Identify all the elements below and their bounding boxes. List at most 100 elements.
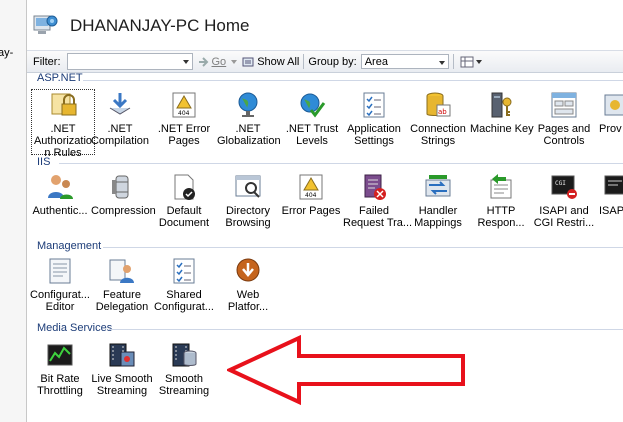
tile-net-trust-levels[interactable]: .NET Trust Levels <box>281 90 343 147</box>
filter-input[interactable] <box>66 53 193 70</box>
svg-text:CGI: CGI <box>555 180 566 187</box>
tile-label: .NET Error <box>157 123 211 135</box>
tile-label: Error Pages <box>281 205 341 217</box>
chevron-down-icon <box>231 59 238 64</box>
page-controls-icon <box>551 92 577 118</box>
group-by-select[interactable]: Area <box>360 54 449 69</box>
group-by-label: Group by: <box>308 55 357 68</box>
tile-net-error-pages[interactable]: 404 .NET Error Pages <box>153 90 215 147</box>
globe-icon <box>238 92 258 117</box>
tile-configuration-editor[interactable]: Configurat... Editor <box>29 256 91 313</box>
tile-connection-strings[interactable]: ab Connection Strings <box>407 90 469 147</box>
tile-label: Bit Rate <box>40 373 80 385</box>
tile-web-platform-installer[interactable]: Web Platfor... <box>217 256 279 313</box>
tile-isapi-cgi-restrictions[interactable]: CGI ISAPI and CGI Restri... <box>533 172 595 229</box>
tile-smooth-streaming[interactable]: Smooth Streaming <box>153 340 215 397</box>
tile-label: .NET Trust <box>285 123 339 135</box>
show-all-button[interactable]: Show All <box>242 56 299 68</box>
tile-label: Configurat... <box>154 301 214 313</box>
group-header-media-services[interactable]: Media Services <box>37 322 112 334</box>
filter-label: Filter: <box>33 55 61 68</box>
tile-label: Controls <box>543 135 585 147</box>
tile-label: Strings <box>420 135 456 147</box>
tile-directory-browsing[interactable]: Directory Browsing <box>217 172 279 229</box>
tile-live-smooth-streaming[interactable]: Live Smooth Streaming <box>91 340 153 397</box>
tile-net-compilation[interactable]: .NET Compilation <box>89 90 151 147</box>
tile-label: Directory <box>225 205 270 217</box>
document-check-icon <box>174 174 195 200</box>
chevron-down-icon <box>438 61 445 65</box>
tile-label: Machine Key <box>470 123 534 135</box>
page-title: DHANANJAY-PC Home <box>70 16 250 35</box>
tile-isapi-filters[interactable]: ISAPI <box>595 172 623 217</box>
go-button[interactable]: Go <box>198 56 238 68</box>
tree-node-fragment[interactable]: ay- <box>0 47 24 59</box>
tile-label: Globalization <box>217 135 281 147</box>
tile-feature-delegation[interactable]: Feature Delegation <box>91 256 153 313</box>
tile-label: Document <box>158 217 210 229</box>
tile-label: Shared <box>166 289 202 301</box>
group-divider <box>109 329 623 330</box>
web-platform-icon <box>236 258 260 282</box>
svg-text:404: 404 <box>305 192 317 199</box>
tile-compression[interactable]: Compression <box>91 172 156 217</box>
tile-label: Configurat... <box>30 289 90 301</box>
tile-label: Request Tra... <box>343 217 413 229</box>
tile-shared-configuration[interactable]: Shared Configurat... <box>153 256 215 313</box>
isapi-icon <box>604 175 623 195</box>
tile-label: HTTP <box>486 205 516 217</box>
chevron-down-icon <box>475 59 482 64</box>
tile-label: Live Smooth <box>91 373 153 385</box>
tile-net-globalization[interactable]: .NET Globalization <box>217 90 281 147</box>
show-all-icon <box>242 57 254 66</box>
server-home-icon <box>33 15 58 34</box>
database-text-icon: ab <box>426 92 451 117</box>
error-page-icon: 404 <box>299 174 323 200</box>
tile-label: .NET <box>235 123 261 135</box>
tile-net-authorization-rules[interactable]: .NET Authorizatio n Rules <box>31 89 95 159</box>
tile-label: Application <box>347 123 401 135</box>
bitrate-chart-icon <box>47 344 73 366</box>
tile-label: ISAPI <box>599 205 623 217</box>
tile-machine-key[interactable]: Machine Key <box>470 90 534 135</box>
tile-label: CGI Restri... <box>533 217 595 229</box>
tile-label: .NET <box>50 123 76 135</box>
users-icon <box>48 175 73 199</box>
tile-default-document[interactable]: Default Document <box>153 172 215 229</box>
tile-label: Delegation <box>95 301 149 313</box>
tile-label: Mappings <box>414 217 462 229</box>
tile-label: Compression <box>91 205 156 217</box>
feature-delegation-icon <box>109 259 134 283</box>
group-header-aspnet[interactable]: ASP.NET <box>37 72 83 84</box>
tile-bit-rate-throttling[interactable]: Bit Rate Throttling <box>29 340 91 397</box>
tile-label: Failed <box>359 205 389 217</box>
page-header: DHANANJAY-PC Home <box>27 0 623 50</box>
tile-application-settings[interactable]: Application Settings <box>343 90 405 147</box>
tile-label: Handler <box>418 205 458 217</box>
group-divider <box>103 247 623 248</box>
live-streaming-icon <box>109 343 135 367</box>
tile-label: Editor <box>45 301 75 313</box>
tile-label: Smooth <box>165 373 203 385</box>
warning-404-icon: 404 <box>172 92 196 118</box>
group-divider <box>83 80 623 81</box>
features-view: DHANANJAY-PC Home Filter: Go Show All Gr… <box>27 0 623 422</box>
failed-request-icon <box>364 174 386 200</box>
tile-pages-and-controls[interactable]: Pages and Controls <box>533 90 595 147</box>
tile-providers[interactable]: Prov <box>595 90 623 135</box>
view-mode-button[interactable] <box>460 56 482 68</box>
tile-label: Browsing <box>225 217 271 229</box>
tile-handler-mappings[interactable]: Handler Mappings <box>407 172 469 229</box>
tile-error-pages[interactable]: 404 Error Pages <box>280 172 342 217</box>
handler-mappings-icon <box>425 175 451 197</box>
group-header-management[interactable]: Management <box>37 240 101 252</box>
tile-authentication[interactable]: Authentic... <box>29 172 91 217</box>
checklist-icon <box>363 92 385 118</box>
group-by-value: Area <box>364 56 388 68</box>
tile-http-response-headers[interactable]: HTTP Respon... <box>470 172 532 229</box>
filter-toolbar: Filter: Go Show All Group by: Area <box>27 50 623 73</box>
tile-label: Settings <box>354 135 394 147</box>
globe-check-icon <box>300 93 326 118</box>
tile-label: Compilation <box>90 135 150 147</box>
tile-failed-request-tracing[interactable]: Failed Request Tra... <box>343 172 413 229</box>
